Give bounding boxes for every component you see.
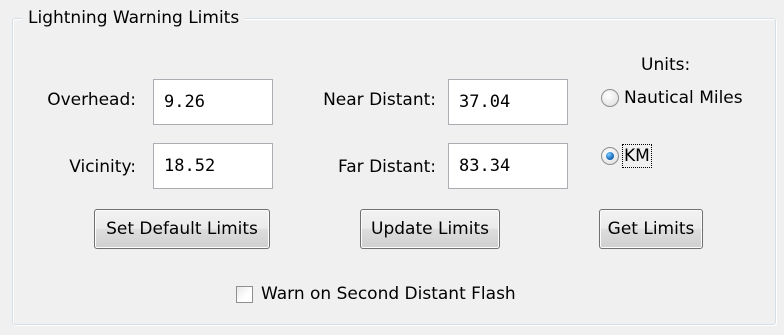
far-distant-label: Far Distant:	[338, 157, 436, 177]
overhead-input[interactable]	[153, 79, 273, 125]
near-distant-label: Near Distant:	[323, 90, 436, 110]
group-title: Lightning Warning Limits	[22, 6, 246, 30]
radio-km-indicator[interactable]	[601, 147, 619, 165]
radio-km[interactable]: KM	[601, 144, 652, 168]
get-limits-button[interactable]: Get Limits	[599, 209, 703, 249]
warn-second-distant-flash[interactable]: Warn on Second Distant Flash	[236, 284, 516, 304]
units-label: Units:	[641, 55, 691, 75]
warn-second-distant-flash-checkbox[interactable]	[236, 285, 253, 303]
overhead-label: Overhead:	[47, 90, 136, 110]
warn-second-distant-flash-label: Warn on Second Distant Flash	[261, 284, 516, 304]
radio-nautical-miles[interactable]: Nautical Miles	[601, 88, 743, 108]
far-distant-input[interactable]	[448, 143, 568, 189]
near-distant-input[interactable]	[448, 79, 568, 125]
update-limits-button[interactable]: Update Limits	[360, 209, 500, 249]
vicinity-label: Vicinity:	[69, 157, 136, 177]
vicinity-input[interactable]	[153, 143, 273, 189]
radio-km-label: KM	[622, 144, 652, 168]
radio-nautical-miles-label: Nautical Miles	[624, 88, 743, 108]
radio-nautical-miles-indicator[interactable]	[601, 89, 619, 107]
set-default-limits-button[interactable]: Set Default Limits	[94, 209, 270, 249]
